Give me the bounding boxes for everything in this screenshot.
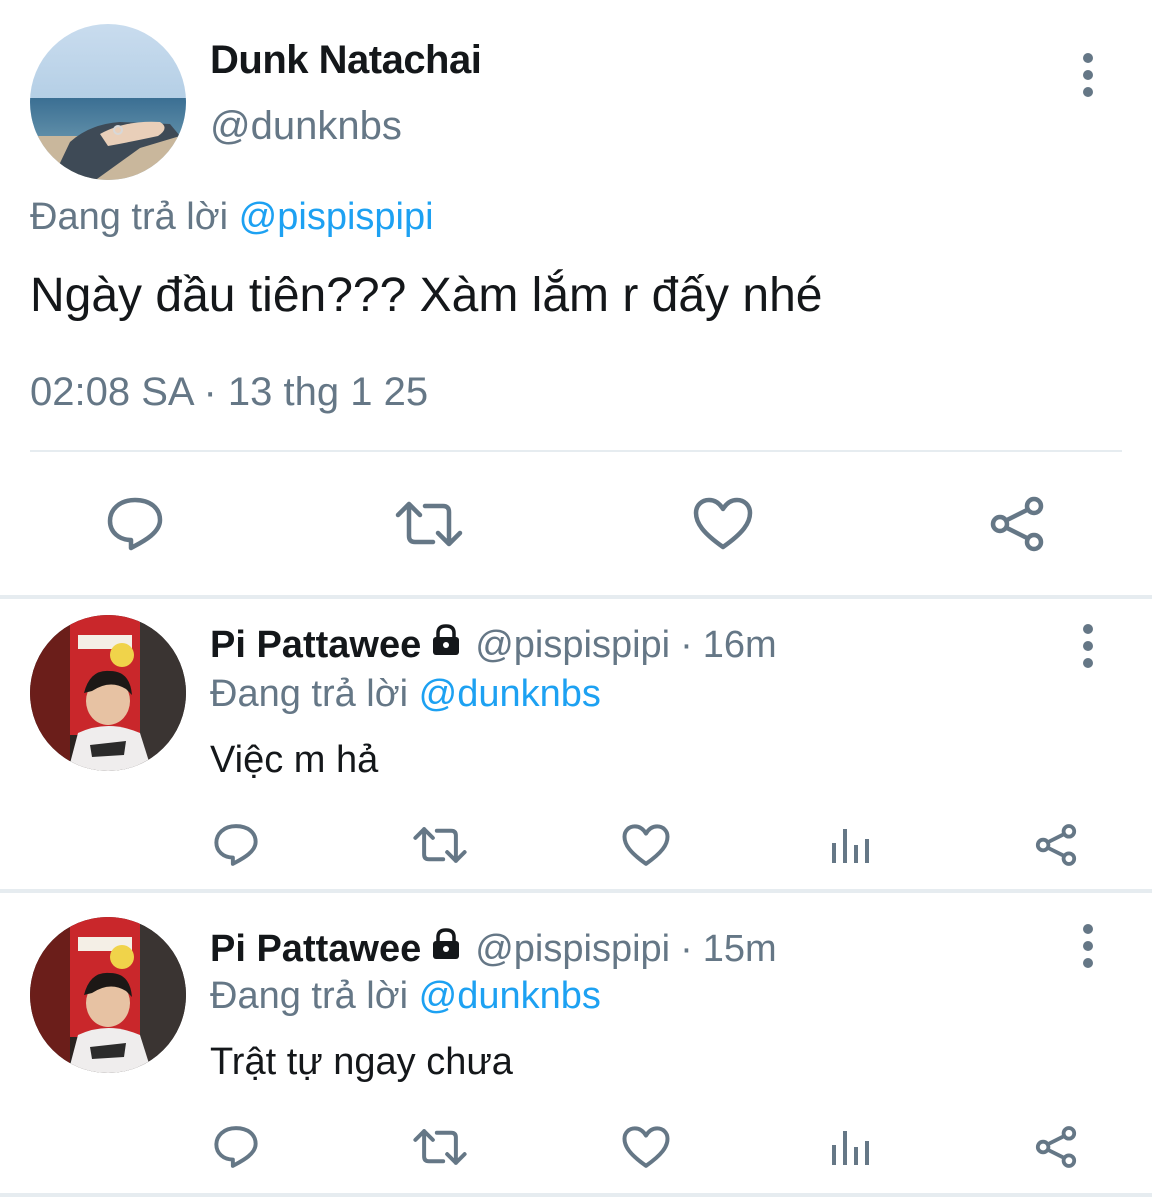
- more-options-icon[interactable]: [1068, 621, 1108, 671]
- lock-icon: [429, 927, 463, 971]
- tweet-text: Việc m hả: [210, 739, 379, 781]
- reply-icon[interactable]: [100, 492, 170, 556]
- tweet-text: Trật tự ngay chưa: [210, 1041, 513, 1083]
- reply-to-link[interactable]: @pispispipi: [239, 196, 434, 238]
- tweet-time[interactable]: 16m: [703, 624, 777, 667]
- main-tweet: Dunk Natachai @dunknbs Đang trả lời @pis…: [0, 0, 1152, 595]
- avatar[interactable]: [30, 24, 186, 180]
- avatar-image: [30, 917, 186, 1073]
- reply-prefix: Đang trả lời: [30, 196, 229, 238]
- separator-dot: ·: [680, 623, 693, 666]
- reply-context: Đang trả lời @pispispipi: [30, 196, 434, 239]
- divider: [30, 450, 1122, 452]
- avatar-image: [30, 24, 186, 180]
- more-options-icon[interactable]: [1068, 921, 1108, 971]
- reply-to-link[interactable]: @dunknbs: [419, 673, 601, 715]
- analytics-icon[interactable]: [824, 1119, 876, 1175]
- reply-to-link[interactable]: @dunknbs: [419, 975, 601, 1017]
- share-icon[interactable]: [1028, 1119, 1084, 1175]
- author-name[interactable]: Pi Pattawee: [210, 928, 421, 971]
- reply-prefix: Đang trả lời: [210, 975, 409, 1017]
- author-handle[interactable]: @pispispipi: [475, 624, 670, 667]
- like-icon[interactable]: [690, 492, 756, 556]
- like-icon[interactable]: [618, 1119, 674, 1175]
- avatar[interactable]: [30, 917, 186, 1073]
- lock-icon: [429, 623, 463, 667]
- author-name[interactable]: Pi Pattawee: [210, 624, 421, 667]
- retweet-icon[interactable]: [392, 492, 466, 556]
- reply-header: Pi Pattawee @pispispipi · 15m: [210, 927, 777, 971]
- separator: [0, 1193, 1152, 1197]
- share-icon[interactable]: [984, 492, 1050, 556]
- reply-tweet[interactable]: Pi Pattawee @pispispipi · 15m Đang trả l…: [0, 893, 1152, 1193]
- tweet-time[interactable]: 15m: [703, 928, 777, 971]
- reply-icon[interactable]: [208, 1119, 264, 1175]
- reply-context: Đang trả lời @dunknbs: [210, 673, 601, 716]
- reply-header: Pi Pattawee @pispispipi · 16m: [210, 623, 777, 667]
- reply-icon[interactable]: [208, 817, 264, 873]
- author-name[interactable]: Dunk Natachai: [210, 38, 482, 83]
- analytics-icon[interactable]: [824, 817, 876, 873]
- retweet-icon[interactable]: [410, 817, 470, 873]
- separator-dot: ·: [680, 927, 693, 970]
- avatar[interactable]: [30, 615, 186, 771]
- like-icon[interactable]: [618, 817, 674, 873]
- reply-tweet[interactable]: Pi Pattawee @pispispipi · 16m Đang trả l…: [0, 599, 1152, 889]
- avatar-image: [30, 615, 186, 771]
- tweet-text: Ngày đầu tiên??? Xàm lắm r đấy nhé: [30, 269, 823, 322]
- reply-context: Đang trả lời @dunknbs: [210, 975, 601, 1018]
- reply-prefix: Đang trả lời: [210, 673, 409, 715]
- author-handle[interactable]: @pispispipi: [475, 928, 670, 971]
- share-icon[interactable]: [1028, 817, 1084, 873]
- more-options-icon[interactable]: [1068, 50, 1108, 100]
- tweet-timestamp[interactable]: 02:08 SA · 13 thg 1 25: [30, 370, 428, 415]
- retweet-icon[interactable]: [410, 1119, 470, 1175]
- author-handle[interactable]: @dunknbs: [210, 104, 402, 149]
